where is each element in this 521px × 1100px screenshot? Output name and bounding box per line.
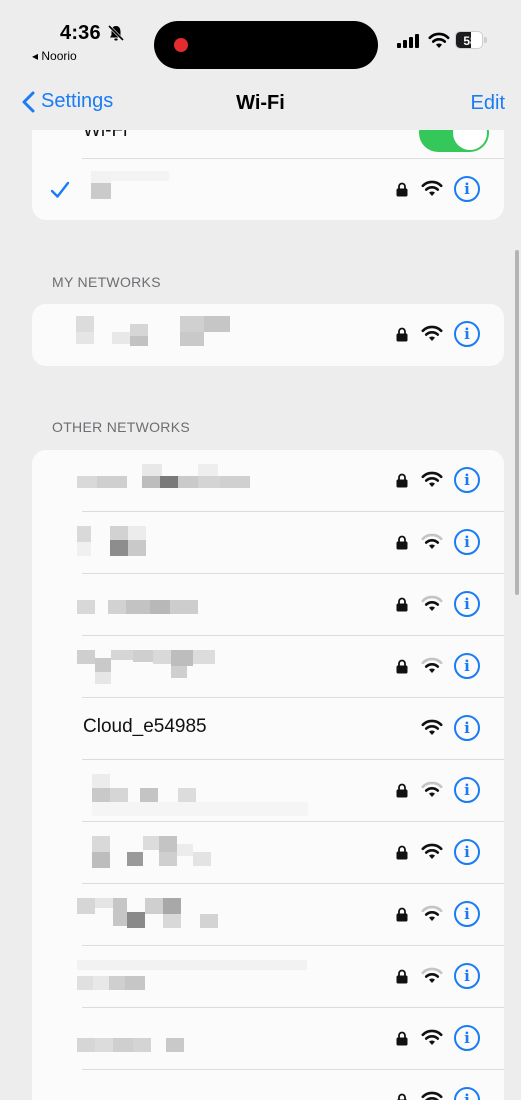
- info-button[interactable]: i: [454, 467, 480, 493]
- lock-icon: [396, 783, 408, 798]
- network-name: Cloud_e54985: [83, 716, 207, 738]
- other-network-row[interactable]: i: [32, 636, 504, 698]
- info-button[interactable]: i: [454, 777, 480, 803]
- wifi-signal-icon: [421, 657, 443, 674]
- back-to-app-link[interactable]: ◂ Noorio: [32, 49, 77, 63]
- scroll-indicator[interactable]: [515, 250, 519, 595]
- connected-network-row[interactable]: i: [32, 159, 504, 220]
- lock-icon: [396, 969, 408, 984]
- wifi-label: Wi-Fi: [83, 130, 127, 142]
- info-button[interactable]: i: [454, 1087, 480, 1100]
- lock-icon: [396, 1093, 408, 1100]
- wifi-signal-icon: [421, 325, 443, 342]
- other-network-row[interactable]: i: [32, 512, 504, 574]
- section-header-my-networks: MY NETWORKS: [52, 274, 161, 290]
- info-button[interactable]: i: [454, 901, 480, 927]
- wifi-card: Wi-Fi i: [32, 130, 504, 220]
- settings-back-button[interactable]: Settings: [22, 90, 113, 113]
- wifi-signal-icon: [421, 533, 443, 550]
- edit-button[interactable]: Edit: [471, 92, 505, 115]
- info-button[interactable]: i: [454, 1025, 480, 1051]
- lock-icon: [396, 907, 408, 922]
- my-network-row[interactable]: i: [32, 304, 504, 366]
- wifi-signal-icon: [421, 781, 443, 798]
- dynamic-island: [154, 21, 378, 69]
- lock-icon: [396, 845, 408, 860]
- other-network-row[interactable]: i: [32, 822, 504, 884]
- lock-icon: [396, 182, 408, 197]
- other-network-row[interactable]: i: [32, 946, 504, 1008]
- cellular-signal-icon: [397, 34, 421, 48]
- info-button[interactable]: i: [454, 591, 480, 617]
- wifi-status-icon: [428, 32, 450, 49]
- other-networks-card: iiiiCloud_e54985iiiiiii: [32, 450, 504, 1100]
- info-button[interactable]: i: [454, 963, 480, 989]
- lock-icon: [396, 473, 408, 488]
- info-button[interactable]: i: [454, 715, 480, 741]
- wifi-signal-icon: [421, 843, 443, 860]
- lock-icon: [396, 597, 408, 612]
- wifi-signal-icon: [421, 180, 443, 197]
- navigation-bar: Wi-Fi Settings Edit: [0, 80, 521, 130]
- back-button-label: Settings: [41, 90, 113, 113]
- info-button[interactable]: i: [454, 321, 480, 347]
- other-network-row[interactable]: i: [32, 1008, 504, 1070]
- wifi-signal-icon: [421, 719, 443, 736]
- wifi-signal-icon: [421, 595, 443, 612]
- info-button[interactable]: i: [454, 176, 480, 202]
- recording-indicator-icon: [174, 38, 188, 52]
- info-button[interactable]: i: [454, 653, 480, 679]
- lock-icon: [396, 327, 408, 342]
- wifi-signal-icon: [421, 471, 443, 488]
- lock-icon: [396, 659, 408, 674]
- battery-percent: 58: [456, 32, 483, 49]
- wifi-signal-icon: [421, 905, 443, 922]
- chevron-left-icon: [22, 91, 35, 113]
- wifi-signal-icon: [421, 967, 443, 984]
- other-network-row[interactable]: i: [32, 450, 504, 512]
- wifi-toggle[interactable]: [419, 130, 489, 152]
- other-network-row[interactable]: Cloud_e54985 i: [32, 698, 504, 760]
- info-button[interactable]: i: [454, 529, 480, 555]
- battery-indicator: 58: [455, 31, 487, 49]
- other-network-row[interactable]: i: [32, 760, 504, 822]
- status-bar: 4:36 ◂ Noorio 58: [0, 0, 521, 80]
- section-header-other-networks: OTHER NETWORKS: [52, 419, 190, 435]
- lock-icon: [396, 535, 408, 550]
- checkmark-icon: [50, 181, 70, 199]
- other-network-row[interactable]: i: [32, 574, 504, 636]
- info-button[interactable]: i: [454, 839, 480, 865]
- other-network-row[interactable]: i: [32, 884, 504, 946]
- my-networks-card: i: [32, 304, 504, 366]
- wifi-signal-icon: [421, 1091, 443, 1100]
- other-network-row[interactable]: i: [32, 1070, 504, 1100]
- status-time: 4:36: [60, 22, 101, 45]
- bell-muted-icon: [107, 24, 125, 42]
- wifi-signal-icon: [421, 1029, 443, 1046]
- lock-icon: [396, 1031, 408, 1046]
